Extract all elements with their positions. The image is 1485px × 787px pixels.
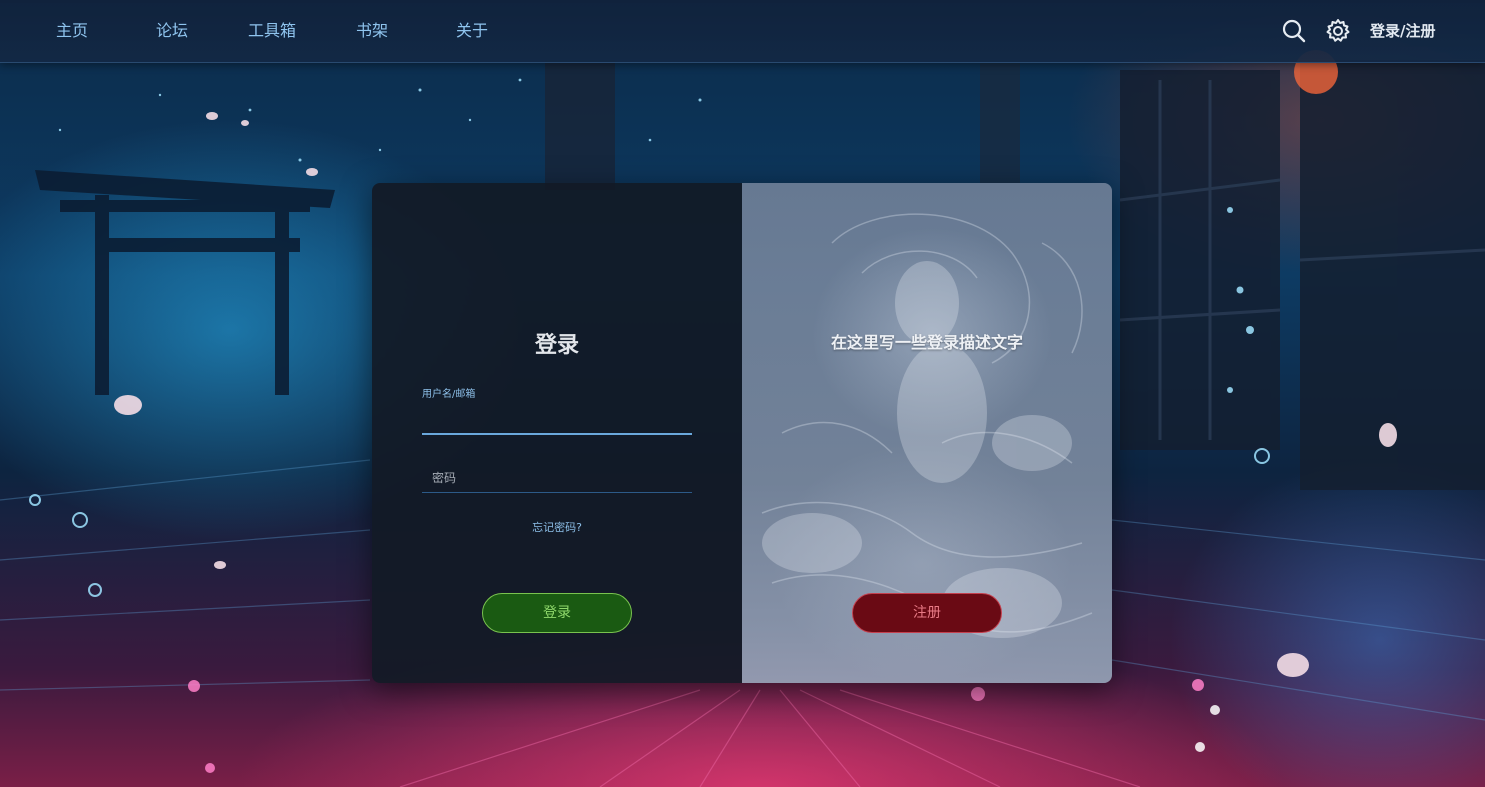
register-panel: 在这里写一些登录描述文字 注册 [742, 183, 1112, 683]
register-button[interactable]: 注册 [852, 593, 1002, 633]
username-input[interactable] [422, 405, 692, 435]
login-panel: 登录 用户名/邮箱 忘记密码? 登录 [372, 183, 742, 683]
torii-gate [35, 170, 335, 395]
auth-card: 登录 用户名/邮箱 忘记密码? 登录 在这里写一些登录描述文字 注册 [372, 183, 1112, 683]
nav-item-bookshelf[interactable]: 书架 [356, 20, 388, 42]
building-right [1120, 60, 1485, 490]
register-description: 在这里写一些登录描述文字 [830, 333, 1023, 352]
nav-item-toolbox[interactable]: 工具箱 [248, 20, 296, 42]
login-register-link[interactable]: 登录/注册 [1370, 20, 1435, 42]
nav-item-about[interactable]: 关于 [456, 20, 488, 42]
gear-icon[interactable] [1325, 18, 1351, 44]
top-navbar: 主页 论坛 工具箱 书架 关于 登录/注册 [0, 0, 1485, 63]
nav-item-forum[interactable]: 论坛 [156, 20, 188, 42]
login-title: 登录 [534, 333, 579, 358]
login-button[interactable]: 登录 [482, 593, 632, 633]
search-icon[interactable] [1281, 18, 1307, 44]
nav-item-home[interactable]: 主页 [56, 20, 88, 42]
username-label: 用户名/邮箱 [422, 389, 476, 400]
forgot-password-link[interactable]: 忘记密码? [372, 521, 742, 535]
password-input[interactable] [422, 463, 692, 493]
